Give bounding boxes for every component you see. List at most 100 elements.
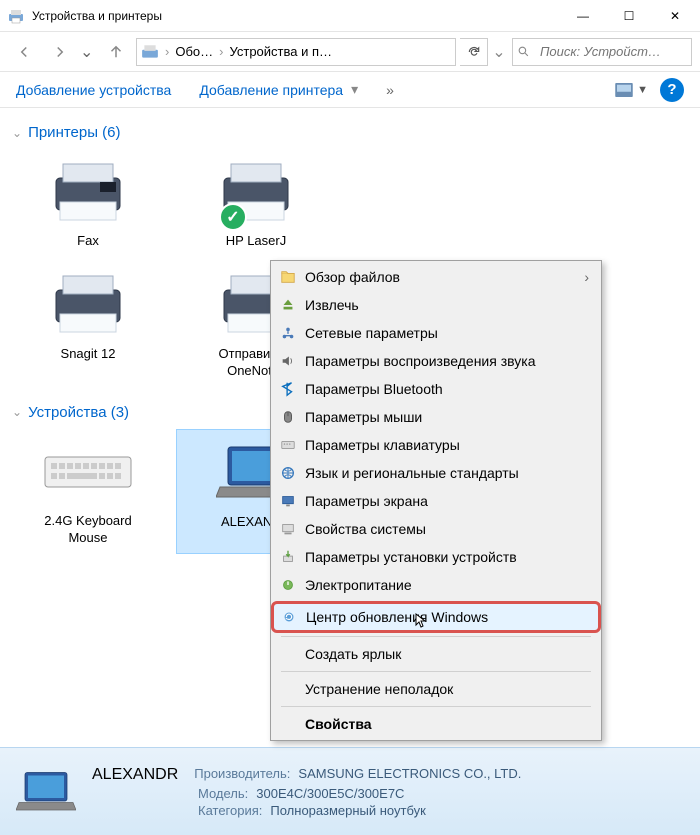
menu-item-label: Устранение неполадок — [305, 681, 589, 697]
details-pane: ALEXANDR Производитель: SAMSUNG ELECTRON… — [0, 747, 700, 835]
menu-item[interactable]: Параметры воспроизведения звука — [273, 347, 599, 375]
device-item-fax[interactable]: Fax — [8, 149, 168, 258]
details-label: Модель: — [198, 786, 248, 801]
menu-item[interactable]: Язык и региональные стандарты — [273, 459, 599, 487]
menu-item-label: Создать ярлык — [305, 646, 589, 662]
keyboard-icon — [43, 449, 133, 494]
menu-item[interactable]: Сетевые параметры — [273, 319, 599, 347]
menu-item-label: Параметры клавиатуры — [305, 437, 589, 453]
search-input[interactable] — [534, 44, 691, 59]
menu-item-label: Язык и региональные стандарты — [305, 465, 589, 481]
system-icon — [279, 520, 297, 538]
details-value: 300E4C/300E5C/300E7C — [256, 786, 404, 801]
search-icon — [513, 45, 534, 58]
menu-item-label: Обзор файлов — [305, 269, 576, 285]
breadcrumb-separator-icon: › — [219, 44, 223, 59]
menu-item-label: Извлечь — [305, 297, 589, 313]
menu-item-label: Сетевые параметры — [305, 325, 589, 341]
folder-icon — [279, 268, 297, 286]
device-item-keyboard[interactable]: 2.4G Keyboard Mouse — [8, 429, 168, 555]
details-label: Производитель: — [194, 766, 290, 784]
printers-grid: Fax ✓ HP LaserJ — [0, 149, 700, 270]
breadcrumb-item[interactable]: Обо… — [175, 44, 213, 59]
menu-item[interactable]: Извлечь — [273, 291, 599, 319]
view-options-button[interactable]: ▼ — [615, 83, 648, 97]
breadcrumb[interactable]: › Обо… › Устройства и п… — [136, 38, 456, 66]
menu-item-label: Параметры установки устройств — [305, 549, 589, 565]
breadcrumb-item[interactable]: Устройства и п… — [229, 44, 332, 59]
minimize-button[interactable]: — — [560, 0, 606, 32]
command-bar: Добавление устройства Добавление принтер… — [0, 72, 700, 108]
menu-item[interactable]: Свойства — [273, 710, 599, 738]
menu-item[interactable]: Параметры мыши — [273, 403, 599, 431]
breadcrumb-dropdown-button[interactable]: ⌄ — [492, 42, 506, 62]
context-menu: Обзор файлов › Извлечь Сетевые параметры Пар… — [270, 260, 602, 741]
menu-item-label: Параметры Bluetooth — [305, 381, 589, 397]
details-label: Категория: — [198, 803, 262, 818]
menu-item[interactable]: Устранение неполадок — [273, 675, 599, 703]
install-icon — [279, 548, 297, 566]
fax-icon — [48, 160, 128, 225]
menu-item[interactable]: Параметры экрана — [273, 487, 599, 515]
laptop-icon — [16, 767, 76, 817]
power-icon — [279, 576, 297, 594]
more-commands-button[interactable]: » — [386, 82, 394, 98]
network-icon — [279, 324, 297, 342]
menu-item-label: Свойства системы — [305, 521, 589, 537]
back-button[interactable] — [8, 36, 40, 68]
content-area: ⌄ Принтеры (6) Fax ✓ HP LaserJ Snagit 12… — [0, 108, 700, 566]
up-button[interactable] — [100, 36, 132, 68]
printer-icon — [48, 272, 128, 337]
mouse-icon — [279, 408, 297, 426]
menu-item[interactable]: Центр обновления Windows — [271, 601, 601, 633]
submenu-arrow-icon: › — [584, 269, 589, 285]
details-value: SAMSUNG ELECTRONICS CO., LTD. — [298, 766, 521, 784]
menu-item[interactable]: Параметры Bluetooth — [273, 375, 599, 403]
add-device-button[interactable]: Добавление устройства — [16, 82, 171, 98]
default-checkmark-icon: ✓ — [219, 203, 247, 231]
blank-icon — [279, 715, 297, 733]
menu-item-label: Свойства — [305, 716, 589, 732]
menu-item[interactable]: Параметры установки устройств — [273, 543, 599, 571]
eject-icon — [279, 296, 297, 314]
device-item-hp-laserjet[interactable]: ✓ HP LaserJ — [176, 149, 336, 258]
help-icon[interactable]: ? — [660, 78, 684, 102]
menu-item[interactable]: Обзор файлов › — [273, 263, 599, 291]
group-header-printers[interactable]: ⌄ Принтеры (6) — [0, 120, 700, 149]
chevron-down-icon: ⌄ — [12, 405, 22, 419]
menu-item-label: Центр обновления Windows — [306, 609, 580, 625]
window-title: Устройства и принтеры — [32, 9, 560, 23]
add-printer-button[interactable]: Добавление принтера▾ — [199, 81, 358, 98]
menu-separator — [281, 706, 591, 707]
refresh-button[interactable] — [460, 38, 488, 66]
details-value: Полноразмерный ноутбук — [270, 803, 425, 818]
bluetooth-icon — [279, 380, 297, 398]
globe-icon — [279, 464, 297, 482]
maximize-button[interactable]: ☐ — [606, 0, 652, 32]
forward-button[interactable] — [44, 36, 76, 68]
details-device-name: ALEXANDR — [92, 766, 178, 784]
history-dropdown[interactable]: ⌄ — [80, 42, 96, 62]
close-button[interactable]: ✕ — [652, 0, 698, 32]
blank-icon — [279, 645, 297, 663]
menu-item-label: Электропитание — [305, 577, 589, 593]
speaker-icon — [279, 352, 297, 370]
device-item-snagit[interactable]: Snagit 12 — [8, 262, 168, 388]
display-icon — [279, 492, 297, 510]
chevron-down-icon: ⌄ — [12, 126, 22, 140]
control-panel-icon — [141, 43, 159, 61]
update-icon — [280, 608, 298, 626]
menu-separator — [281, 671, 591, 672]
search-box[interactable] — [512, 38, 692, 66]
menu-item[interactable]: Создать ярлык — [273, 640, 599, 668]
menu-item[interactable]: Свойства системы — [273, 515, 599, 543]
menu-item-label: Параметры воспроизведения звука — [305, 353, 589, 369]
breadcrumb-separator-icon: › — [165, 44, 169, 59]
menu-item-label: Параметры экрана — [305, 493, 589, 509]
blank-icon — [279, 680, 297, 698]
menu-item[interactable]: Параметры клавиатуры — [273, 431, 599, 459]
window-titlebar: Устройства и принтеры — ☐ ✕ — [0, 0, 700, 32]
navigation-bar: ⌄ › Обо… › Устройства и п… ⌄ — [0, 32, 700, 72]
menu-item-label: Параметры мыши — [305, 409, 589, 425]
menu-item[interactable]: Электропитание — [273, 571, 599, 599]
